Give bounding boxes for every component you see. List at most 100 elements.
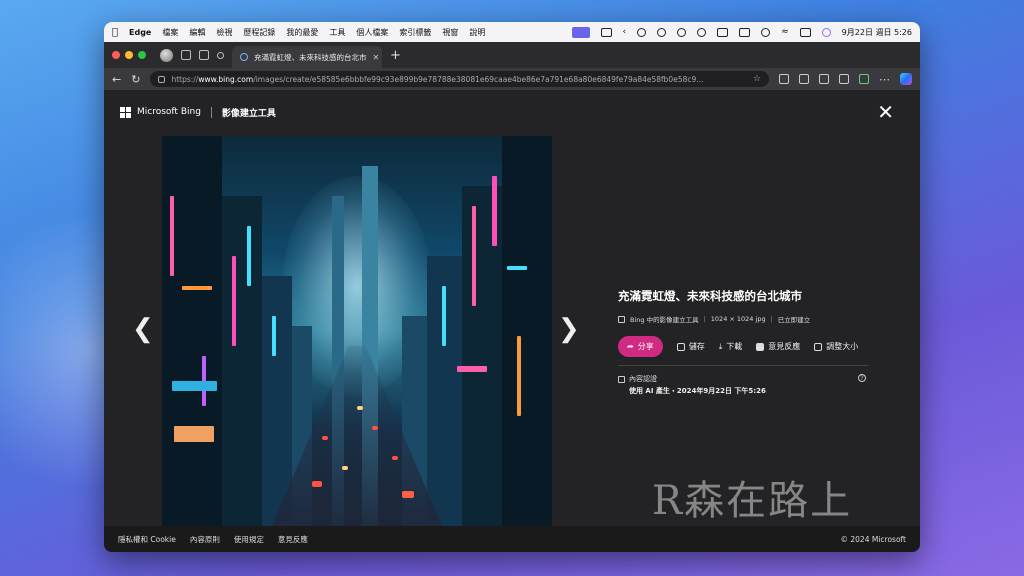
status-icon-2[interactable]: [677, 27, 687, 37]
feedback-icon: [756, 342, 765, 351]
page-footer: 隱私權和 Cookie 內容原則 使用規定 意見反應 © 2024 Micros…: [104, 526, 920, 552]
profile-avatar[interactable]: [160, 48, 173, 62]
tab-actions-icon[interactable]: [199, 50, 209, 60]
collapsed-tab-icon[interactable]: [217, 51, 224, 59]
minimize-window-button[interactable]: [125, 51, 133, 59]
credential-label: 內容認證: [629, 375, 657, 383]
workspaces-icon[interactable]: [181, 50, 191, 60]
copilot-icon[interactable]: [900, 73, 912, 85]
footer-link-content-policy[interactable]: 內容原則: [190, 534, 220, 545]
share-icon: ➦: [627, 342, 634, 351]
wifi-icon[interactable]: ≈: [781, 27, 789, 37]
split-screen-icon[interactable]: [799, 74, 809, 84]
menu-history[interactable]: 歷程記錄: [243, 27, 275, 38]
url-protocol: https://: [171, 74, 199, 84]
macos-menubar:  Edge 檔案 編輯 檢視 歷程記錄 我的最愛 工具 個人檔案 索引標籤 視…: [104, 22, 920, 42]
record-icon[interactable]: [637, 27, 647, 37]
menubar-datetime[interactable]: 9月22日 週日 5:26: [842, 27, 912, 38]
footer-copyright: © 2024 Microsoft: [840, 534, 907, 544]
new-tab-button[interactable]: +: [390, 48, 401, 63]
collections-icon[interactable]: [839, 74, 849, 84]
save-button[interactable]: 儲存: [676, 341, 705, 352]
brand-name[interactable]: Microsoft Bing: [137, 107, 201, 117]
resize-icon: [814, 342, 823, 351]
menu-favorites[interactable]: 我的最愛: [286, 27, 318, 38]
status-icon-1[interactable]: [600, 27, 612, 37]
download-label: 下載: [726, 342, 743, 351]
image-source: Bing 中的影像建立工具: [630, 316, 699, 324]
url-field[interactable]: https://www.bing.com/images/create/e5858…: [150, 71, 769, 87]
close-viewer-button[interactable]: ✕: [877, 102, 894, 122]
control-center-icon[interactable]: [799, 27, 811, 37]
favorites-icon[interactable]: [819, 74, 829, 84]
page-content: Microsoft Bing 影像建立工具 ✕ ❮ ❯ 充滿霓虹燈、未來科技感的…: [104, 90, 920, 552]
footer-link-terms[interactable]: 使用規定: [234, 534, 264, 545]
menu-window[interactable]: 視窗: [442, 27, 458, 38]
download-icon: ⤓: [718, 341, 723, 351]
tab-title: 充滿霓虹燈、未來科技感的台北市: [254, 52, 367, 62]
resize-label: 調整大小: [826, 342, 859, 351]
image-meta: Bing 中的影像建立工具 | 1024 × 1024 jpg | 已立即建立: [618, 314, 868, 324]
refresh-icon[interactable]: ↻: [131, 73, 140, 86]
image-size: 1024 × 1024 jpg: [710, 315, 766, 323]
menu-tabs[interactable]: 索引標籤: [399, 27, 431, 38]
page-header: Microsoft Bing 影像建立工具: [104, 90, 920, 134]
credential-detail: 使用 AI 產生・2024年9月22日 下午5:26: [629, 387, 766, 395]
menu-help[interactable]: 說明: [469, 27, 485, 38]
status-icon-3[interactable]: [739, 27, 751, 37]
image-info-panel: 充滿霓虹燈、未來科技感的台北城市 Bing 中的影像建立工具 | 1024 × …: [618, 288, 868, 396]
share-button[interactable]: ➦ 分享: [618, 336, 663, 357]
feedback-button[interactable]: 意見反應: [756, 341, 800, 352]
image-actions: ➦ 分享 儲存 ⤓ 下載 意見反應 調整大小: [618, 336, 868, 357]
bing-search-favicon-icon: [240, 53, 248, 61]
extensions-icon[interactable]: [779, 74, 789, 84]
menu-view[interactable]: 檢視: [216, 27, 232, 38]
siri-icon[interactable]: [821, 27, 831, 37]
apple-icon[interactable]: : [112, 27, 118, 38]
back-arrow-icon[interactable]: ←: [112, 73, 121, 86]
menu-edit[interactable]: 編輯: [189, 27, 205, 38]
tab-bar: 充滿霓虹燈、未來科技感的台北市 ✕ +: [104, 42, 920, 68]
favorite-star-icon[interactable]: ☆: [753, 74, 761, 84]
browser-essentials-icon[interactable]: [859, 74, 869, 84]
next-image-arrow-icon[interactable]: ❯: [558, 314, 580, 344]
close-window-button[interactable]: [112, 51, 120, 59]
download-button[interactable]: ⤓ 下載: [719, 341, 743, 352]
watermark: R森在路上: [652, 478, 853, 524]
user-icon[interactable]: [761, 27, 771, 37]
info-divider: [618, 365, 868, 366]
chevron-left-icon[interactable]: ‹: [623, 27, 627, 37]
save-label: 儲存: [688, 342, 705, 351]
help-icon[interactable]: ?: [858, 374, 866, 382]
content-credentials-icon: [618, 375, 625, 383]
resize-button[interactable]: 調整大小: [814, 341, 858, 352]
menu-tools[interactable]: 工具: [329, 27, 345, 38]
address-bar-row: ← ↻ https://www.bing.com/images/create/e…: [104, 68, 920, 90]
footer-link-privacy[interactable]: 隱私權和 Cookie: [118, 534, 176, 545]
feedback-label: 意見反應: [768, 342, 801, 351]
search-status-icon[interactable]: [657, 27, 667, 37]
footer-link-feedback[interactable]: 意見反應: [278, 534, 308, 545]
tab-active[interactable]: 充滿霓虹燈、未來科技感的台北市 ✕: [232, 46, 382, 68]
generated-image[interactable]: [162, 136, 552, 526]
keyboard-icon[interactable]: [717, 27, 729, 37]
image-status: 已立即建立: [777, 316, 811, 324]
close-tab-icon[interactable]: ✕: [373, 53, 380, 62]
tool-title[interactable]: 影像建立工具: [222, 106, 276, 119]
menu-app-name[interactable]: Edge: [129, 28, 151, 37]
microsoft-logo-icon[interactable]: [120, 106, 131, 118]
more-options-icon[interactable]: ⋯: [879, 73, 890, 86]
zoom-window-button[interactable]: [138, 51, 146, 59]
menu-file[interactable]: 檔案: [162, 27, 178, 38]
play-icon[interactable]: [697, 27, 707, 37]
menu-profile[interactable]: 個人檔案: [356, 27, 388, 38]
image-title: 充滿霓虹燈、未來科技感的台北城市: [618, 289, 802, 303]
browser-window:  Edge 檔案 編輯 檢視 歷程記錄 我的最愛 工具 個人檔案 索引標籤 視…: [104, 22, 920, 552]
share-label: 分享: [637, 342, 654, 351]
window-controls: [112, 51, 146, 59]
previous-image-arrow-icon[interactable]: ❮: [132, 314, 154, 344]
screen-mirror-icon[interactable]: [571, 26, 590, 38]
image-creator-icon: [618, 315, 625, 323]
lock-icon[interactable]: [158, 75, 166, 83]
content-credentials: 內容認證 使用 AI 產生・2024年9月22日 下午5:26 ?: [618, 374, 868, 396]
